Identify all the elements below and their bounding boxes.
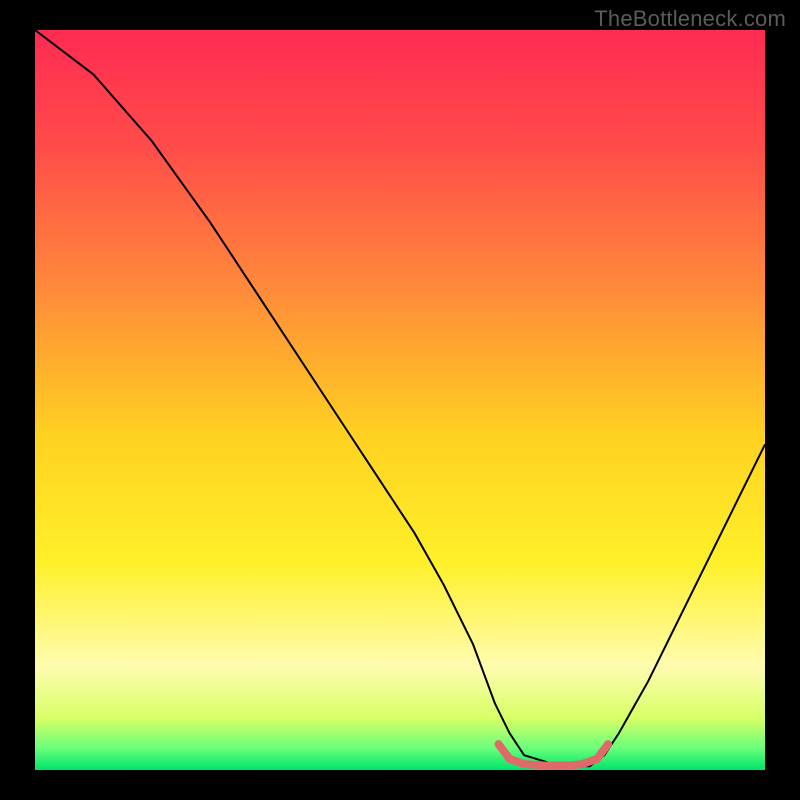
- plot-area: [35, 30, 765, 770]
- gradient-background: [35, 30, 765, 770]
- watermark-text: TheBottleneck.com: [594, 6, 786, 32]
- chart-frame: TheBottleneck.com: [0, 0, 800, 800]
- chart-svg: [35, 30, 765, 770]
